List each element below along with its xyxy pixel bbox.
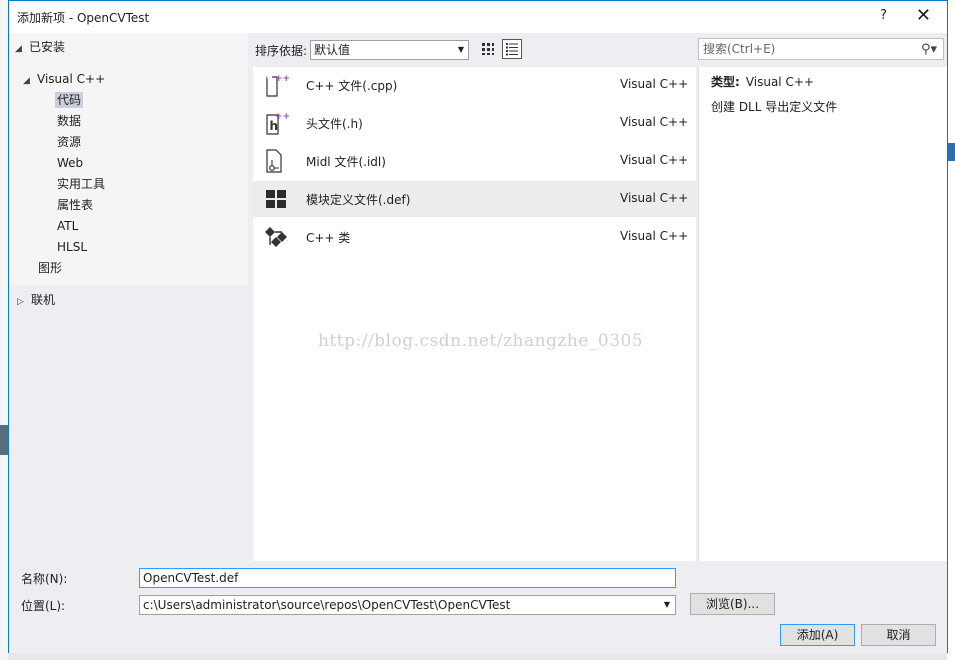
dialog-title: 添加新项 - OpenCVTest <box>17 10 150 25</box>
dropdown-arrow-icon[interactable]: ▼ <box>664 596 670 614</box>
cpp-class-icon <box>265 227 287 247</box>
name-field[interactable]: OpenCVTest.def <box>139 568 676 588</box>
tree-node-data[interactable]: 数据 <box>57 111 81 131</box>
type-line: 类型: Visual C++ <box>711 73 814 90</box>
tree-node-utility[interactable]: 实用工具 <box>57 174 105 194</box>
background-editor-mark <box>947 143 955 161</box>
header-file-icon: h ++ <box>266 112 289 135</box>
tree-node-installed[interactable]: ◢ 已安装 <box>15 37 65 57</box>
help-button[interactable]: ? <box>880 8 887 23</box>
installed-panel: ◢ 已安装 ◢ Visual C++ 代码 数据 资源 Web 实用工具 属性表 A… <box>9 33 248 285</box>
type-value: Visual C++ <box>745 75 814 89</box>
watermark-text: http://blog.csdn.net/zhangzhe_0305 <box>318 331 644 351</box>
sort-bar: 排序依据: 默认值 ▼ <box>255 39 470 61</box>
type-label: 类型: <box>711 75 740 89</box>
grid-view-icon <box>482 43 494 55</box>
browse-button[interactable]: 浏览(B)... <box>690 593 775 615</box>
form-area: 名称(N): OpenCVTest.def 位置(L): c:\Users\ad… <box>9 561 947 653</box>
background-editor-right <box>947 0 955 660</box>
sort-label: 排序依据: <box>255 43 308 58</box>
tree-node-graphics[interactable]: 图形 <box>38 258 62 278</box>
module-def-icon <box>266 190 286 208</box>
collapse-icon[interactable]: ◢ <box>23 71 37 91</box>
list-item[interactable]: Midl 文件(.idl) Visual C++ <box>253 143 696 179</box>
sort-select[interactable]: 默认值 ▼ <box>310 40 470 60</box>
title-bar: 添加新项 - OpenCVTest ? ✕ <box>9 1 947 33</box>
tree-node-online[interactable]: ▷ 联机 <box>17 290 55 310</box>
svg-text:++: ++ <box>275 74 289 84</box>
description: 创建 DLL 导出定义文件 <box>711 100 838 114</box>
dropdown-arrow-icon: ▼ <box>457 45 465 54</box>
tree-node-code[interactable]: 代码 <box>55 90 84 110</box>
svg-text:++: ++ <box>275 112 289 122</box>
background-editor-left <box>0 0 8 660</box>
details-panel: 类型: Visual C++ 创建 DLL 导出定义文件 <box>698 67 947 561</box>
grid-view-button[interactable] <box>478 39 498 59</box>
add-new-item-dialog: 添加新项 - OpenCVTest ? ✕ ◢ 已安装 ◢ Visual C++ 代… <box>8 0 948 653</box>
list-view-icon <box>506 43 518 56</box>
expand-icon[interactable]: ▷ <box>17 292 31 312</box>
tree-node-visual-cpp[interactable]: ◢ Visual C++ <box>23 69 105 89</box>
search-icon[interactable]: ⚲▾ <box>921 40 937 60</box>
template-list: ++ C++ 文件(.cpp) Visual C++ h ++ 头文件(.h) … <box>253 67 696 561</box>
cancel-button[interactable]: 取消 <box>861 624 936 646</box>
tree-node-resource[interactable]: 资源 <box>57 132 81 152</box>
list-item[interactable]: ++ C++ 文件(.cpp) Visual C++ <box>253 67 696 103</box>
add-button[interactable]: 添加(A) <box>780 624 855 646</box>
tree-node-atl[interactable]: ATL <box>57 216 78 236</box>
list-item[interactable]: 模块定义文件(.def) Visual C++ <box>253 181 696 217</box>
tree-node-hlsl[interactable]: HLSL <box>57 237 87 257</box>
midl-file-icon <box>266 149 282 173</box>
collapse-icon[interactable]: ◢ <box>15 39 29 59</box>
name-label: 名称(N): <box>21 572 68 586</box>
list-view-button[interactable] <box>502 39 522 59</box>
close-button[interactable]: ✕ <box>916 5 931 26</box>
template-tree: ◢ 已安装 ◢ Visual C++ 代码 数据 资源 Web 实用工具 属性表 A… <box>9 33 248 561</box>
tree-node-web[interactable]: Web <box>57 153 83 173</box>
location-field[interactable]: c:\Users\administrator\source\repos\Open… <box>139 595 676 615</box>
location-label: 位置(L): <box>21 599 66 613</box>
list-item[interactable]: C++ 类 Visual C++ <box>253 219 696 255</box>
tree-node-property-sheet[interactable]: 属性表 <box>57 195 93 215</box>
background-editor-mark <box>0 425 8 455</box>
list-item[interactable]: h ++ 头文件(.h) Visual C++ <box>253 105 696 141</box>
search-input[interactable]: 搜索(Ctrl+E) ⚲▾ <box>698 38 944 60</box>
cpp-file-icon: ++ <box>266 74 289 97</box>
